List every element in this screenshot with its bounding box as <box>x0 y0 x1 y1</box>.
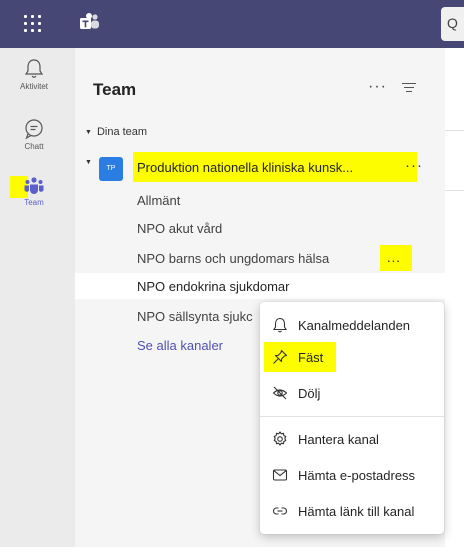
search-box[interactable]: Q <box>441 7 464 41</box>
filter-icon[interactable] <box>402 82 416 94</box>
team-name: Produktion nationella kliniska kunsk... <box>137 160 354 175</box>
channel-label: NPO akut vård <box>137 221 223 236</box>
menu-item-manage-channel[interactable]: Hantera kanal <box>260 424 444 454</box>
menu-item-label: Dölj <box>298 386 321 401</box>
collapse-triangle-icon: ▼ <box>85 129 92 136</box>
eye-off-icon <box>272 386 288 400</box>
divider <box>445 190 464 191</box>
bell-icon <box>24 59 44 78</box>
rail-label: Chatt <box>24 142 44 151</box>
channel-label: NPO barns och ungdomars hälsa <box>137 251 330 266</box>
section-your-teams[interactable]: ▼ Dina team <box>85 126 147 138</box>
team-avatar: TP <box>99 157 123 181</box>
rail-item-chat[interactable]: Chatt <box>0 118 68 174</box>
panel-title: Team <box>93 80 137 99</box>
search-icon: Q <box>447 15 458 31</box>
app-rail: Aktivitet Chatt Team <box>0 48 68 547</box>
channel-item-selected[interactable]: NPO endokrina sjukdomar <box>75 273 445 299</box>
channel-more-button[interactable]: ... <box>387 250 401 265</box>
menu-item-get-link[interactable]: Hämta länk till kanal <box>260 496 444 526</box>
divider <box>445 130 464 131</box>
app-launcher-icon[interactable] <box>23 14 43 34</box>
rail-item-activity[interactable]: Aktivitet <box>0 58 68 114</box>
channel-label: NPO sällsynta sjukc <box>137 309 253 324</box>
pin-icon <box>273 349 288 364</box>
team-row[interactable]: ▼ TP Produktion nationella kliniska kuns… <box>85 152 435 182</box>
top-bar: Q <box>0 0 464 48</box>
section-label: Dina team <box>96 126 148 138</box>
rail-item-team[interactable]: Team <box>0 176 68 232</box>
team-more-button[interactable]: ··· <box>405 157 423 174</box>
menu-item-channel-notifications[interactable]: Kanalmeddelanden <box>260 310 444 340</box>
rail-label: Team <box>24 198 44 207</box>
link-icon <box>273 507 287 515</box>
menu-item-label: Hantera kanal <box>298 432 379 447</box>
see-all-channels-link[interactable]: Se alla kanaler <box>137 338 223 353</box>
more-options-button[interactable]: ··· <box>368 78 387 96</box>
menu-item-label: Fäst <box>298 350 324 365</box>
channel-item[interactable]: Allmänt <box>75 187 445 213</box>
channel-context-menu: Kanalmeddelanden Fäst Dölj Hantera kanal… <box>260 302 444 534</box>
channel-item[interactable]: NPO barns och ungdomars hälsa ... <box>75 245 445 271</box>
gear-icon <box>273 431 287 446</box>
menu-item-pin[interactable]: Fäst <box>260 342 444 372</box>
channel-label: Allmänt <box>137 193 181 208</box>
chat-icon <box>25 119 43 140</box>
main-content-edge <box>445 48 464 547</box>
teams-logo-icon <box>80 13 99 29</box>
menu-item-label: Hämta e-postadress <box>298 468 416 483</box>
teams-people-icon <box>24 177 44 194</box>
channel-label: NPO endokrina sjukdomar <box>137 279 290 294</box>
menu-item-label: Hämta länk till kanal <box>298 504 415 519</box>
collapse-triangle-icon: ▼ <box>85 159 92 166</box>
rail-label: Aktivitet <box>19 82 48 91</box>
menu-item-label: Kanalmeddelanden <box>298 318 411 333</box>
mail-icon <box>272 469 288 481</box>
menu-item-get-email[interactable]: Hämta e-postadress <box>260 460 444 490</box>
menu-item-hide[interactable]: Dölj <box>260 378 444 408</box>
channel-item[interactable]: NPO akut vård <box>75 215 445 241</box>
bell-icon <box>273 317 287 333</box>
menu-divider <box>260 416 444 417</box>
